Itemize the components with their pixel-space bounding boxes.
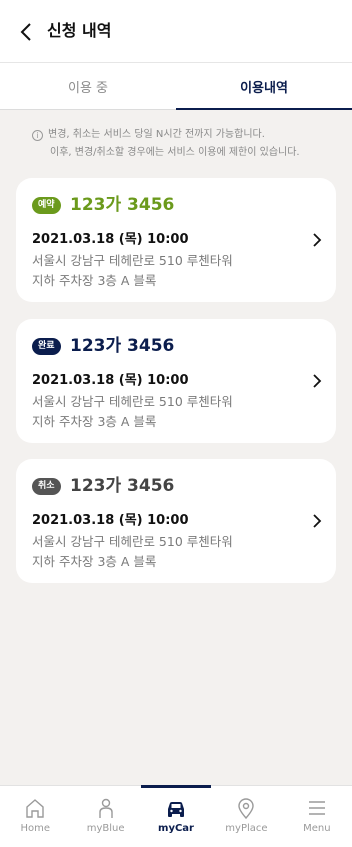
reservation-card[interactable]: 취소 123가 3456 2021.03.18 (목) 10:00 서울시 강남… bbox=[16, 459, 336, 583]
chevron-right-icon bbox=[313, 233, 322, 247]
address-line-1: 서울시 강남구 테헤란로 510 루첸타워 bbox=[32, 253, 233, 268]
tab-bar: 이용 중 이용내역 bbox=[0, 62, 352, 110]
nav-item-menu[interactable]: Menu bbox=[282, 786, 352, 847]
bottom-nav: Home myBlue myCar myPlace Menu bbox=[0, 785, 352, 847]
car-icon bbox=[168, 802, 185, 817]
notice-line-2: 이후, 변경/취소할 경우에는 서비스 이용에 제한이 있습니다. bbox=[50, 147, 300, 158]
location-pin-icon bbox=[238, 798, 255, 819]
nav-item-home[interactable]: Home bbox=[0, 786, 70, 847]
status-badge: 완료 bbox=[32, 338, 61, 355]
app-header: 신청 내역 bbox=[0, 0, 352, 62]
tab-history[interactable]: 이용내역 bbox=[176, 63, 352, 110]
reservation-datetime: 2021.03.18 (목) 10:00 bbox=[32, 373, 189, 388]
person-icon bbox=[98, 798, 113, 818]
address-line-1: 서울시 강남구 테헤란로 510 루첸타워 bbox=[32, 534, 233, 549]
home-icon bbox=[26, 799, 44, 818]
address-line-2: 지하 주차장 3층 A 블록 bbox=[32, 554, 157, 569]
hamburger-menu-icon bbox=[308, 801, 325, 815]
reservation-card[interactable]: 예약 123가 3456 2021.03.18 (목) 10:00 서울시 강남… bbox=[16, 178, 336, 302]
chevron-right-icon bbox=[313, 374, 322, 388]
status-badge: 예약 bbox=[32, 197, 61, 214]
nav-item-mycar[interactable]: myCar bbox=[140, 785, 212, 847]
status-badge: 취소 bbox=[32, 478, 61, 495]
nav-label: myCar bbox=[158, 823, 194, 834]
chevron-right-icon bbox=[313, 514, 322, 528]
address-line-2: 지하 주차장 3층 A 블록 bbox=[32, 414, 157, 429]
address-line-1: 서울시 강남구 테헤란로 510 루첸타워 bbox=[32, 394, 233, 409]
reservation-datetime: 2021.03.18 (목) 10:00 bbox=[32, 232, 189, 247]
back-button[interactable] bbox=[14, 20, 38, 44]
info-icon: i bbox=[32, 129, 43, 141]
page-title: 신청 내역 bbox=[47, 21, 112, 40]
plate-number: 123가 3456 bbox=[70, 336, 175, 356]
nav-item-myblue[interactable]: myBlue bbox=[70, 786, 140, 847]
nav-label: Home bbox=[20, 823, 50, 834]
reservation-card[interactable]: 완료 123가 3456 2021.03.18 (목) 10:00 서울시 강남… bbox=[16, 319, 336, 443]
tab-in-use[interactable]: 이용 중 bbox=[0, 63, 176, 109]
notice: i 변경, 취소는 서비스 당일 N시간 전까지 가능합니다. 이후, 변경/취… bbox=[32, 126, 342, 162]
nav-label: myBlue bbox=[86, 823, 125, 834]
chevron-left-icon bbox=[20, 23, 31, 41]
notice-line-1: 변경, 취소는 서비스 당일 N시간 전까지 가능합니다. bbox=[48, 129, 265, 140]
plate-number: 123가 3456 bbox=[70, 195, 175, 215]
reservation-datetime: 2021.03.18 (목) 10:00 bbox=[32, 513, 189, 528]
address-line-2: 지하 주차장 3층 A 블록 bbox=[32, 273, 157, 288]
nav-item-myplace[interactable]: myPlace bbox=[211, 786, 281, 847]
plate-number: 123가 3456 bbox=[70, 476, 175, 496]
nav-label: Menu bbox=[303, 823, 331, 834]
nav-label: myPlace bbox=[225, 823, 268, 834]
